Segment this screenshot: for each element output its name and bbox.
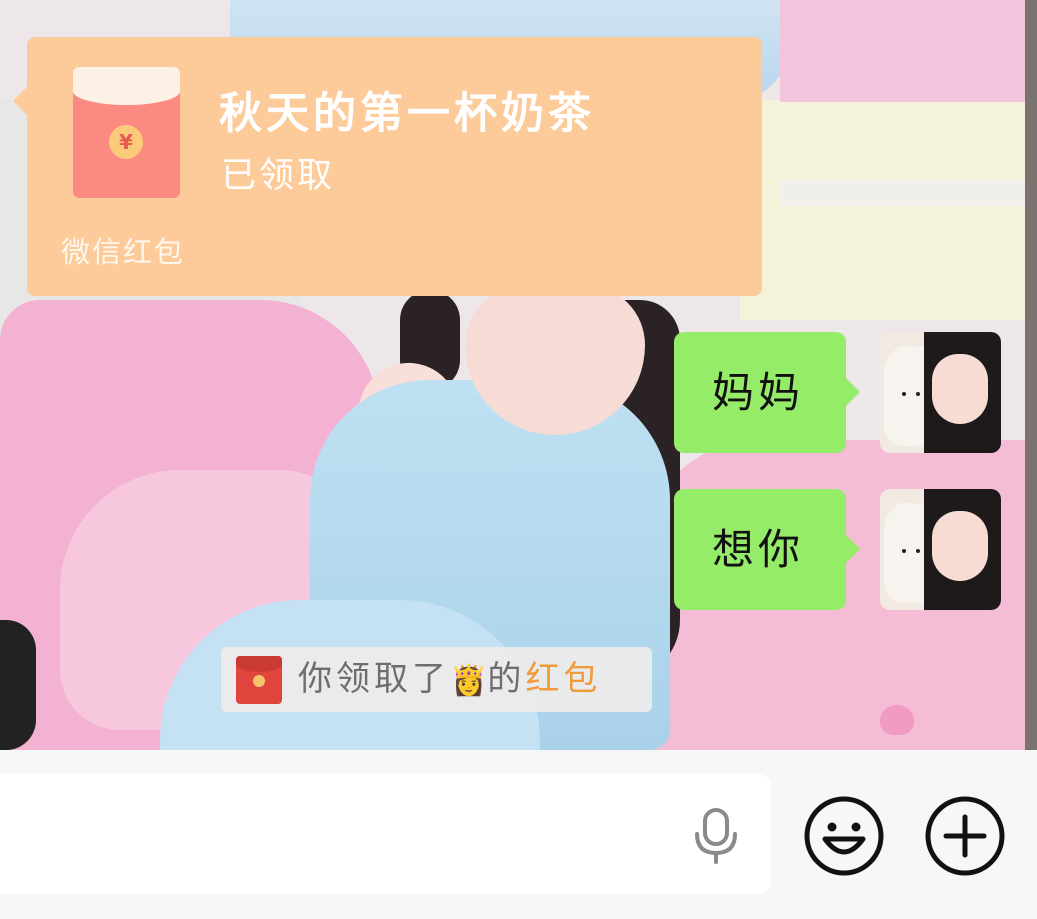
input-bar xyxy=(0,750,1037,919)
envelope-seal xyxy=(253,675,265,687)
avatar[interactable] xyxy=(880,489,1001,610)
bunny-eye xyxy=(902,392,906,396)
bunny-eye xyxy=(916,549,920,553)
red-envelope-icon xyxy=(236,656,282,704)
smiley-icon xyxy=(804,796,884,876)
avatar[interactable] xyxy=(880,332,1001,453)
bunny-eye xyxy=(902,549,906,553)
red-packet-status: 已领取 xyxy=(221,156,336,196)
message-bubble[interactable]: 妈妈 xyxy=(674,332,860,453)
envelope-flap xyxy=(236,656,282,672)
system-notice: 你领取了👸的红包 xyxy=(221,647,652,712)
plus-icon xyxy=(925,796,1005,876)
red-envelope-icon: ¥ xyxy=(73,67,180,198)
bg-pink-top xyxy=(780,0,1037,102)
system-notice-text: 你领取了👸的红包 xyxy=(298,657,601,703)
microphone-icon[interactable] xyxy=(690,808,742,864)
bunny-eye xyxy=(916,392,920,396)
red-packet-title: 秋天的第一杯奶茶 xyxy=(219,89,595,139)
yuan-coin-icon: ¥ xyxy=(109,125,143,159)
message-bubble[interactable]: 想你 xyxy=(674,489,860,610)
avatar-face xyxy=(932,511,988,581)
emoji-button[interactable] xyxy=(803,795,885,877)
princess-emoji: 👸 xyxy=(450,663,488,698)
notice-middle: 的 xyxy=(487,659,526,699)
more-button[interactable] xyxy=(924,795,1006,877)
envelope-flap xyxy=(73,67,180,105)
bg-wall-yellow xyxy=(740,100,1037,320)
notice-prefix: 你领取了 xyxy=(298,659,450,699)
red-packet-message[interactable]: ¥ 秋天的第一杯奶茶 已领取 微信红包 xyxy=(13,37,762,296)
avatar-face xyxy=(932,354,988,424)
bunny-ear xyxy=(894,346,910,382)
red-packet-link[interactable]: 红包 xyxy=(525,659,601,699)
bunny-ear xyxy=(894,503,910,539)
heart-icon xyxy=(880,705,914,735)
message-input[interactable] xyxy=(0,774,771,894)
bg-shelf xyxy=(780,180,1037,206)
bg-edge xyxy=(1025,0,1037,750)
red-packet-footer: 微信红包 xyxy=(61,235,186,269)
bg-fan xyxy=(0,620,36,750)
